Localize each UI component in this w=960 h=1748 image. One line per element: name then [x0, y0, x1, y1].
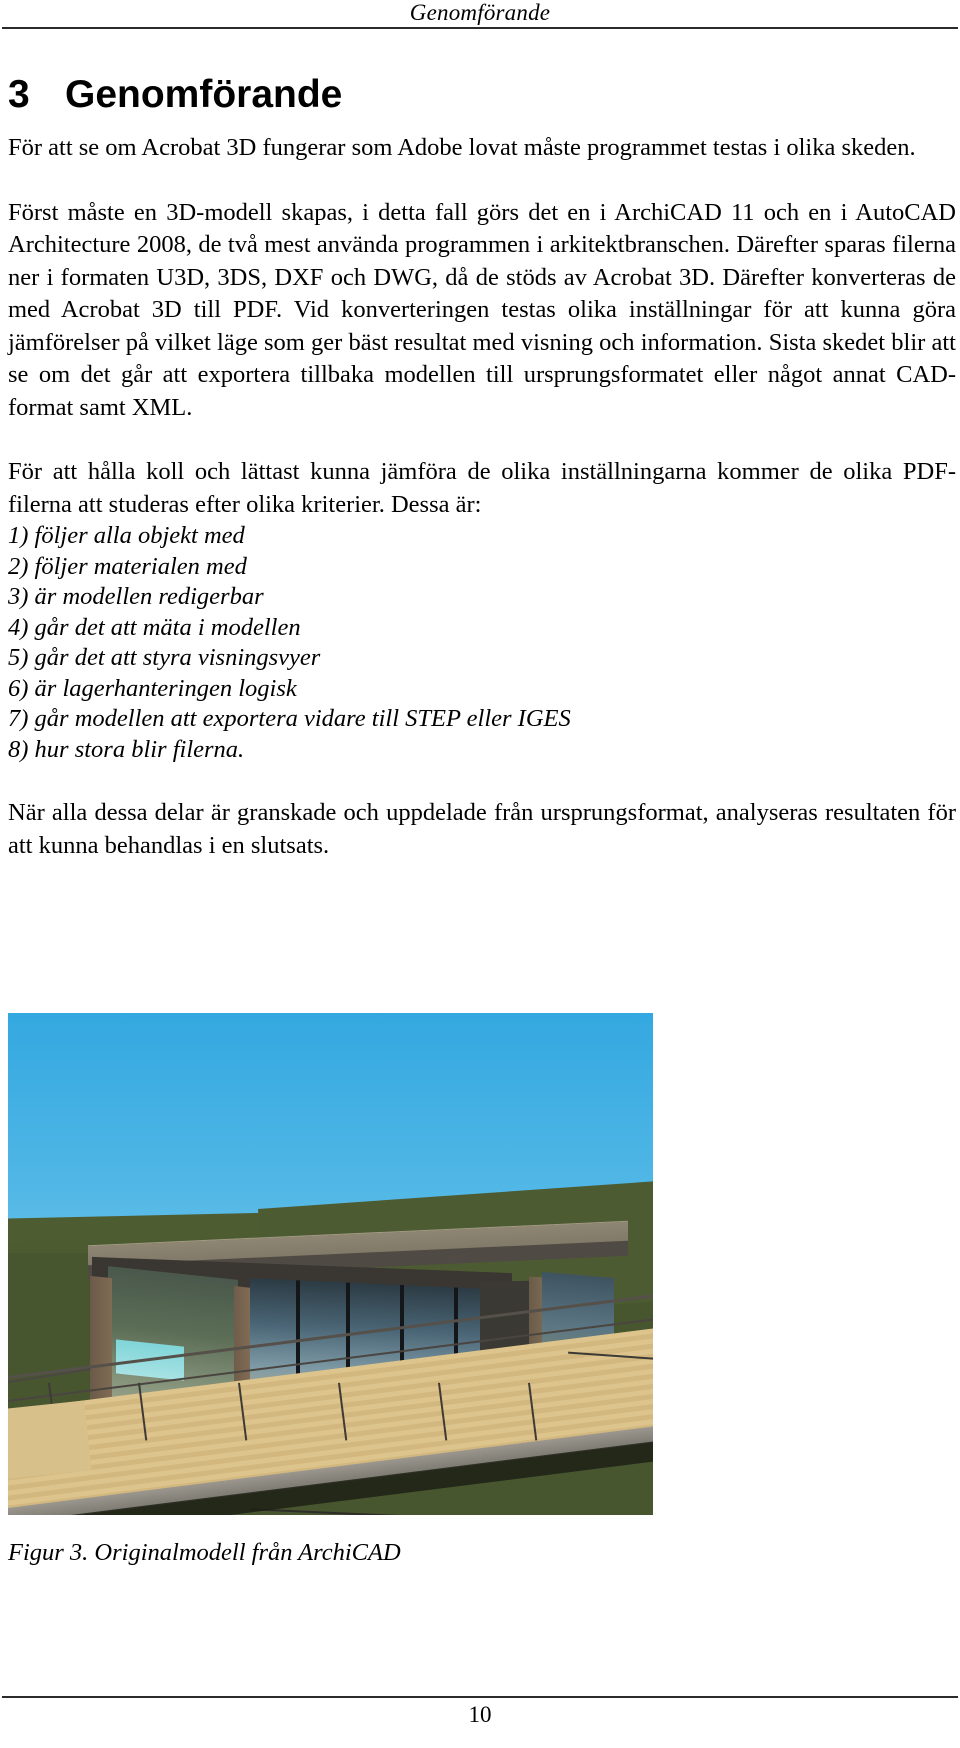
page-number: 10 [468, 1702, 492, 1727]
figure-3 [8, 1013, 653, 1515]
body-paragraph-2: Först måste en 3D-modell skapas, i detta… [8, 198, 956, 421]
criteria-list: 1) följer alla objekt med 2) följer mate… [8, 521, 956, 765]
page-footer: 10 [0, 1696, 960, 1748]
body-paragraph-3: För att hålla koll och lättast kunna jäm… [8, 458, 956, 518]
list-item: 4) går det att mäta i modellen [8, 613, 301, 641]
list-item: 1) följer alla objekt med [8, 522, 245, 549]
footer-divider-rule [2, 1696, 958, 1698]
figure-caption: Figur 3. Originalmodell från ArchiCAD [8, 1539, 401, 1566]
list-item: 2) följer materialen med [8, 552, 247, 580]
page-title: Genomförande [65, 73, 343, 116]
list-item: 5) går det att styra visningsvyer [8, 644, 321, 671]
running-header-title: Genomförande [409, 0, 551, 25]
list-item: 8) hur stora blir filerna. [8, 735, 245, 763]
list-item: 7) går modellen att exportera vidare til… [8, 705, 571, 732]
header-divider-rule [2, 27, 958, 29]
list-item: 6) är lagerhanteringen logisk [8, 674, 297, 702]
side-walkway [8, 1400, 92, 1480]
section-number: 3 [8, 73, 30, 116]
body-paragraph-4: När alla dessa delar är granskade och up… [8, 799, 956, 859]
page-content: 3 Genomförande För att se om Acrobat 3D … [8, 72, 956, 862]
running-header: Genomförande [0, 0, 960, 32]
architectural-render-image [8, 1013, 653, 1515]
body-paragraph-1: För att se om Acrobat 3D fungerar som Ad… [8, 134, 916, 161]
list-item: 3) är modellen redigerbar [8, 583, 264, 610]
section-heading: 3 Genomförande [8, 72, 956, 118]
